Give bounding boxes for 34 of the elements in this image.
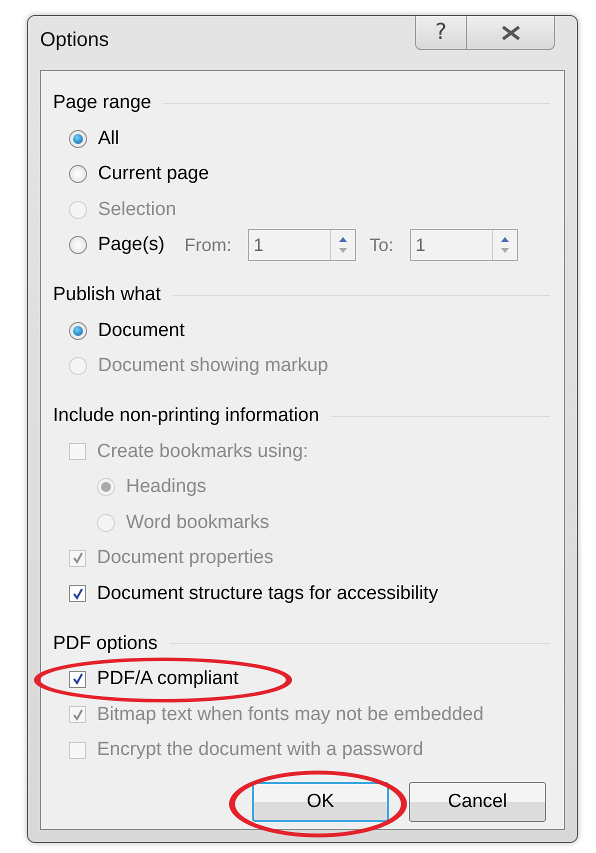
from-label: From: [184,234,232,256]
option-label: Selection [98,198,176,221]
to-label: To: [370,234,394,256]
section-heading: PDF options [53,632,158,654]
option-label: Word bookmarks [126,512,270,534]
checkbox[interactable] [69,670,86,688]
option-label: Document properties [97,547,274,570]
from-spinner[interactable]: 1 [248,229,356,262]
close-button[interactable] [467,16,555,50]
window-title: Options [40,29,109,52]
option-label: Page(s) [98,234,165,256]
option-label: Encrypt the document with a password [97,739,424,762]
section-heading: Page range [53,92,152,114]
option-label: PDF/A compliant [97,668,238,690]
radio-button[interactable] [69,236,87,254]
radio-button[interactable] [69,130,87,148]
option-label: Document structure tags for accessibility [97,582,438,605]
option-label: Document [98,320,185,342]
dialog-button[interactable]: OK [252,782,389,822]
option-label: Document showing markup [98,355,328,378]
option-label: All [98,128,120,150]
section-heading: Include non-printing information [53,405,320,427]
dialog-button[interactable]: Cancel [409,782,546,822]
close-icon [500,24,522,40]
section-heading: Publish what [53,284,161,306]
option-label: Current page [98,163,209,186]
option-label: Headings [126,476,206,498]
option-label: Create bookmarks using: [97,440,308,463]
radio-button[interactable] [69,165,87,184]
help-button[interactable]: ? [415,16,467,50]
to-spinner[interactable]: 1 [410,229,518,262]
option-label: Bitmap text when fonts may not be embedded [97,704,484,726]
radio-button[interactable] [69,322,87,340]
checkbox[interactable] [69,585,86,602]
